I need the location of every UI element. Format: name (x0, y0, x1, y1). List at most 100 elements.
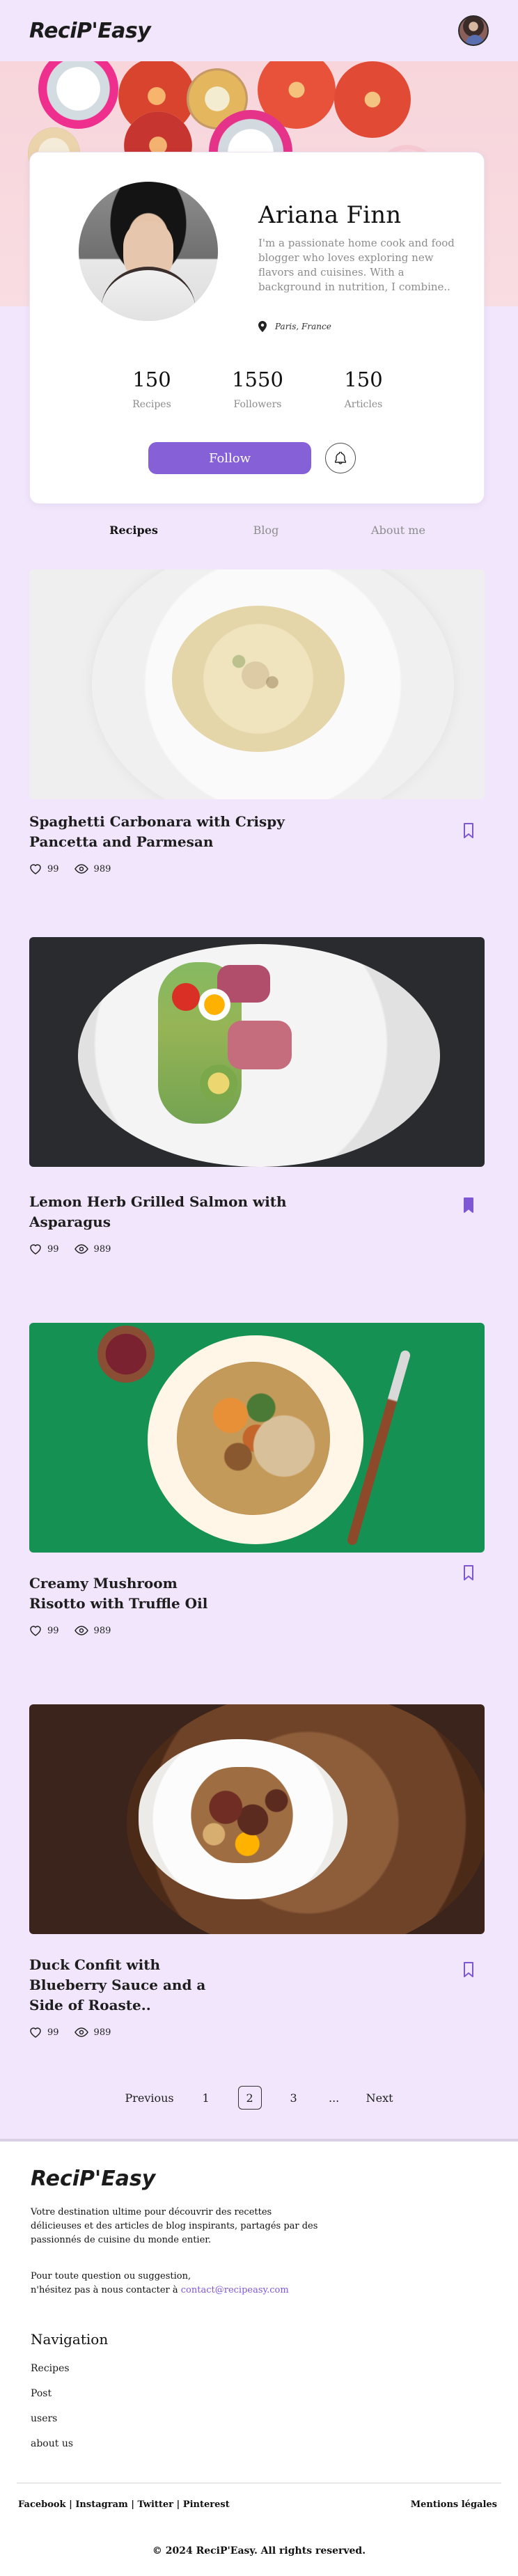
notification-button[interactable] (325, 443, 356, 473)
recipe-meta: 99 989 (29, 1625, 485, 1636)
heart-icon (29, 2027, 42, 2038)
stat-label: Articles (344, 399, 383, 410)
bell-icon (335, 452, 346, 464)
stat-articles: 150 Articles (336, 367, 391, 410)
contact-prefix: n'hésitez pas à nous contacter à (31, 2285, 181, 2295)
recipe-title[interactable]: Spaghetti Carbonara with Crispy Pancetta… (29, 812, 322, 852)
eye-icon (74, 864, 88, 874)
recipe-image[interactable] (29, 1704, 485, 1934)
footer-link-post[interactable]: Post (31, 2388, 73, 2399)
likes-count[interactable]: 99 (29, 863, 59, 874)
heart-icon (29, 1625, 42, 1636)
tab-blog[interactable]: Blog (231, 524, 301, 537)
stat-recipes: 150 Recipes (124, 367, 180, 410)
social-links[interactable]: Facebook | Instagram | Twitter | Pintere… (18, 2499, 230, 2510)
next-page-button[interactable]: Next (366, 2091, 393, 2105)
recipe-image[interactable] (29, 1323, 485, 1553)
food-image (177, 1362, 330, 1515)
food-image (188, 1767, 296, 1863)
stat-label: Followers (233, 399, 282, 410)
recipe-title[interactable]: Duck Confit with Blueberry Sauce and a S… (29, 1955, 238, 2016)
likes-value: 99 (47, 1625, 59, 1636)
likes-value: 99 (47, 1243, 59, 1255)
likes-count[interactable]: 99 (29, 1625, 59, 1636)
page-1-button[interactable]: 1 (198, 2091, 214, 2105)
recipe-card[interactable]: Creamy Mushroom Risotto with Truffle Oil… (29, 1323, 485, 1636)
profile-tabs: Recipes Blog About me (0, 524, 518, 537)
stat-followers: 1550 Followers (230, 367, 285, 410)
meat-image (228, 1021, 292, 1069)
bookmark-icon[interactable] (462, 1962, 475, 1977)
profile-actions: Follow (148, 442, 356, 474)
views-count: 989 (74, 2027, 111, 2038)
recipe-title[interactable]: Lemon Herb Grilled Salmon with Asparagus (29, 1192, 322, 1232)
pagination-ellipsis: ... (328, 2091, 340, 2105)
bookmark-icon[interactable] (462, 1197, 475, 1213)
footer-link-about-us[interactable]: about us (31, 2438, 73, 2449)
profile-location: Paris, France (258, 321, 331, 332)
likes-value: 99 (47, 2027, 59, 2038)
copyright-text: © 2024 ReciP'Easy. All rights reserved. (152, 2545, 366, 2557)
contact-email-link[interactable]: contact@recipeasy.com (181, 2285, 289, 2295)
bowl-image (97, 1326, 155, 1383)
tab-about-me[interactable]: About me (363, 524, 433, 537)
food-image (172, 606, 345, 752)
recipe-image[interactable] (29, 937, 485, 1167)
recipe-title[interactable]: Creamy Mushroom Risotto with Truffle Oil (29, 1573, 238, 1614)
legal-link[interactable]: Mentions légales (411, 2499, 497, 2510)
recipe-meta: 99 989 (29, 2027, 485, 2038)
profile-name: Ariana Finn (258, 201, 402, 229)
footer-logo[interactable]: ReciP'Easy (31, 2167, 155, 2191)
previous-page-button[interactable]: Previous (125, 2091, 173, 2105)
recipe-card[interactable]: Duck Confit with Blueberry Sauce and a S… (29, 1704, 485, 2038)
heart-icon (29, 1243, 42, 1255)
follow-button[interactable]: Follow (148, 442, 311, 474)
bookmark-icon[interactable] (462, 1565, 475, 1580)
top-header: ReciP'Easy (0, 0, 518, 61)
site-logo[interactable]: ReciP'Easy (29, 19, 151, 43)
profile-stats: 150 Recipes 1550 Followers 150 Articles (30, 367, 485, 410)
views-value: 989 (93, 1243, 111, 1255)
recipe-image[interactable] (29, 570, 485, 799)
bookmark-icon[interactable] (462, 823, 475, 838)
fruit-decoration (334, 61, 411, 138)
views-value: 989 (93, 1625, 111, 1636)
profile-photo (79, 182, 218, 321)
eye-icon (74, 1626, 88, 1635)
footer-link-recipes[interactable]: Recipes (31, 2363, 73, 2374)
tomato-image (172, 983, 200, 1011)
recipe-card[interactable]: Lemon Herb Grilled Salmon with Asparagus… (29, 937, 485, 1255)
stat-value: 150 (132, 368, 171, 391)
user-avatar[interactable] (458, 15, 489, 46)
contact-line-1: Pour toute question ou suggestion, (31, 2271, 191, 2282)
eye-icon (74, 1244, 88, 1254)
likes-value: 99 (47, 863, 59, 874)
views-count: 989 (74, 864, 111, 874)
footer-navigation-title: Navigation (31, 2331, 109, 2348)
footer-link-users[interactable]: users (31, 2413, 73, 2424)
heart-icon (29, 863, 42, 874)
likes-count[interactable]: 99 (29, 1243, 59, 1255)
location-text: Paris, France (275, 322, 331, 331)
recipe-profile-page: ReciP'Easy Ariana Finn I'm a passionate … (0, 0, 518, 2576)
contact-line-2: n'hésitez pas à nous contacter à contact… (31, 2284, 323, 2298)
location-pin-icon (258, 321, 267, 332)
views-value: 989 (93, 2027, 111, 2038)
recipe-meta: 99 989 (29, 1243, 485, 1255)
views-value: 989 (93, 863, 111, 874)
footer-contact: Pour toute question ou suggestion, n'hés… (31, 2270, 323, 2298)
page-3-button[interactable]: 3 (285, 2091, 302, 2105)
profile-card: Ariana Finn I'm a passionate home cook a… (29, 152, 485, 504)
profile-bio: I'm a passionate home cook and food blog… (258, 237, 455, 293)
current-page-button[interactable]: 2 (237, 2086, 262, 2110)
footer-description: Votre destination ultime pour découvrir … (31, 2207, 318, 2245)
pagination: Previous 1 2 3 ... Next (0, 2086, 518, 2110)
footer-navigation: Recipes Post users about us (31, 2363, 73, 2449)
stat-label: Recipes (132, 399, 171, 410)
stat-value: 1550 (232, 368, 283, 391)
recipe-card[interactable]: Spaghetti Carbonara with Crispy Pancetta… (29, 570, 485, 874)
tab-recipes[interactable]: Recipes (99, 524, 168, 537)
likes-count[interactable]: 99 (29, 2027, 59, 2038)
eye-icon (74, 2027, 88, 2037)
site-footer: ReciP'Easy Votre destination ultime pour… (0, 2139, 518, 2576)
